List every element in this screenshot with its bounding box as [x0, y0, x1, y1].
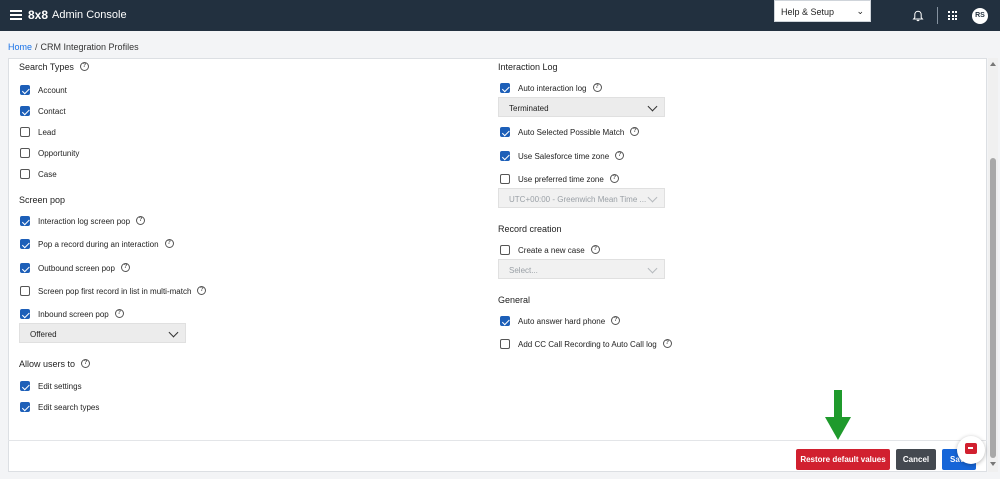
help-icon[interactable]: ? — [197, 285, 207, 295]
checkbox-contact[interactable]: Contact — [20, 105, 66, 117]
record-creation-heading: Record creation — [498, 224, 562, 234]
checkbox[interactable] — [20, 106, 30, 116]
checkbox-inbound-screen-pop[interactable]: Inbound screen pop? — [20, 308, 124, 320]
checkbox-use-salesforce-time-zone[interactable]: Use Salesforce time zone? — [500, 150, 625, 162]
checkbox-use-preferred-time-zone[interactable]: Use preferred time zone? — [500, 173, 619, 185]
checkbox-account[interactable]: Account — [20, 84, 67, 96]
checkbox-opportunity[interactable]: Opportunity — [20, 147, 79, 159]
chevron-down-icon: ⌄ — [856, 6, 864, 16]
dropdown-value: Offered — [30, 330, 57, 339]
apps-grid-icon[interactable] — [948, 11, 957, 20]
case-type-dropdown: Select... — [498, 259, 665, 279]
screen-pop-heading: Screen pop — [19, 195, 66, 205]
help-icon[interactable]: ? — [630, 126, 640, 136]
checkbox-auto-interaction-log[interactable]: Auto interaction log? — [500, 82, 602, 94]
breadcrumb-home-link[interactable]: Home — [8, 42, 32, 52]
checkbox-auto-selected-possible-match[interactable]: Auto Selected Possible Match? — [500, 126, 640, 138]
checkbox[interactable] — [20, 169, 30, 179]
help-icon[interactable]: ? — [615, 150, 625, 160]
checkbox[interactable] — [20, 148, 30, 158]
scrollbar-thumb[interactable] — [990, 158, 996, 458]
restore-default-values-button[interactable]: Restore default values — [796, 449, 890, 470]
checkbox-case[interactable]: Case — [20, 168, 57, 180]
bell-icon[interactable] — [912, 10, 924, 22]
help-icon[interactable]: ? — [79, 62, 89, 72]
checkbox-outbound-screen-pop[interactable]: Outbound screen pop? — [20, 262, 130, 274]
checkbox[interactable] — [20, 402, 30, 412]
dropdown-value: UTC+00:00 - Greenwich Mean Time ... — [509, 195, 647, 204]
brand-logo: 8x8 — [28, 8, 49, 22]
breadcrumb-current: CRM Integration Profiles — [40, 42, 139, 52]
scroll-up-arrow-icon[interactable] — [990, 62, 996, 66]
checkbox[interactable] — [20, 85, 30, 95]
chevron-down-icon — [647, 101, 658, 112]
checkbox[interactable] — [500, 127, 510, 137]
checkbox-interaction-log-screen-pop[interactable]: Interaction log screen pop? — [20, 215, 146, 227]
checkbox[interactable] — [500, 245, 510, 255]
hamburger-menu-icon[interactable] — [10, 10, 22, 20]
chat-icon — [965, 443, 977, 454]
avatar[interactable]: RS — [972, 8, 988, 24]
help-icon[interactable]: ? — [81, 359, 91, 369]
checkbox[interactable] — [20, 239, 30, 249]
annotation-arrow-icon — [825, 390, 851, 440]
chevron-down-icon — [647, 263, 658, 274]
checkbox[interactable] — [20, 381, 30, 391]
chat-widget-button[interactable] — [957, 436, 985, 464]
help-icon[interactable]: ? — [136, 215, 146, 225]
checkbox[interactable] — [500, 339, 510, 349]
checkbox-pop-record-during-interaction[interactable]: Pop a record during an interaction? — [20, 238, 174, 250]
top-bar: 8x8 Admin Console Help & Setup ⌄ RS — [0, 0, 1000, 31]
search-types-heading: Search Types? — [19, 62, 89, 72]
general-heading: General — [498, 295, 531, 305]
checkbox[interactable] — [500, 83, 510, 93]
breadcrumb-separator: / — [35, 42, 38, 52]
checkbox[interactable] — [20, 216, 30, 226]
checkbox-auto-answer-hard-phone[interactable]: Auto answer hard phone? — [500, 315, 621, 327]
dropdown-value: Select... — [509, 266, 538, 275]
inbound-screen-pop-dropdown[interactable]: Offered — [19, 323, 186, 343]
checkbox-add-cc-call-recording[interactable]: Add CC Call Recording to Auto Call log? — [500, 338, 672, 350]
checkbox-edit-search-types[interactable]: Edit search types — [20, 401, 99, 413]
checkbox[interactable] — [500, 151, 510, 161]
help-icon[interactable]: ? — [609, 173, 619, 183]
checkbox[interactable] — [20, 127, 30, 137]
help-icon[interactable]: ? — [611, 315, 621, 325]
help-icon[interactable]: ? — [590, 244, 600, 254]
help-icon[interactable]: ? — [164, 238, 174, 248]
help-icon[interactable]: ? — [662, 338, 672, 348]
help-icon[interactable]: ? — [592, 82, 602, 92]
checkbox[interactable] — [20, 263, 30, 273]
dropdown-value: Terminated — [509, 104, 549, 113]
checkbox[interactable] — [500, 174, 510, 184]
auto-interaction-log-dropdown[interactable]: Terminated — [498, 97, 665, 117]
checkbox[interactable] — [20, 286, 30, 296]
breadcrumb: Home / CRM Integration Profiles — [8, 42, 139, 52]
time-zone-dropdown: UTC+00:00 - Greenwich Mean Time ... — [498, 188, 665, 208]
help-setup-select[interactable]: Help & Setup ⌄ — [774, 0, 871, 22]
chevron-down-icon — [168, 327, 179, 338]
checkbox[interactable] — [500, 316, 510, 326]
checkbox[interactable] — [20, 309, 30, 319]
checkbox-edit-settings[interactable]: Edit settings — [20, 380, 82, 392]
checkbox-create-new-case[interactable]: Create a new case? — [500, 244, 600, 256]
chevron-down-icon — [647, 192, 658, 203]
cancel-button[interactable]: Cancel — [896, 449, 936, 470]
checkbox-screen-pop-first-record[interactable]: Screen pop first record in list in multi… — [20, 285, 207, 297]
vertical-scrollbar[interactable] — [988, 58, 998, 472]
footer-divider — [8, 440, 987, 441]
interaction-log-heading: Interaction Log — [498, 62, 558, 72]
checkbox-lead[interactable]: Lead — [20, 126, 56, 138]
scroll-down-arrow-icon[interactable] — [990, 462, 996, 466]
app-title: Admin Console — [52, 9, 127, 21]
header-divider — [937, 7, 938, 24]
help-icon[interactable]: ? — [114, 308, 124, 318]
help-setup-label: Help & Setup — [781, 7, 835, 17]
allow-users-heading: Allow users to? — [19, 359, 91, 369]
help-icon[interactable]: ? — [120, 262, 130, 272]
